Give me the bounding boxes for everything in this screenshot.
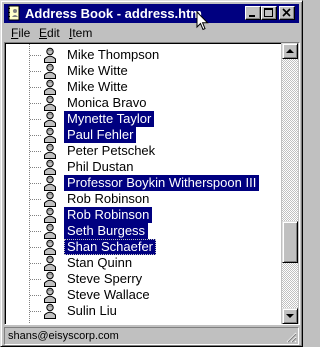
tree-branch-line (30, 279, 42, 280)
contact-name: Steve Wallace (67, 287, 150, 302)
contact-list[interactable]: Mike Thompson Mike Witte Mike Witte Monica … (5, 43, 281, 324)
person-icon (42, 223, 58, 239)
tree-branch-line (30, 247, 42, 248)
contact-row[interactable]: Professor Boykin Witherspoon III (6, 175, 281, 191)
person-icon (42, 143, 58, 159)
tree-branch-line (30, 295, 42, 296)
contact-list-panel: Mike Thompson Mike Witte Mike Witte Monica … (4, 42, 300, 325)
window-title: Address Book - address.htm (25, 6, 202, 21)
contact-name: Mike Thompson (67, 47, 160, 62)
contact-name: Seth Burgess (64, 223, 149, 239)
contact-row[interactable]: Steve Sperry (6, 271, 281, 287)
arrow-up-icon (286, 49, 294, 53)
contact-name: Phil Dustan (67, 159, 134, 174)
tree-branch-line (30, 199, 42, 200)
arrow-down-icon (286, 314, 294, 318)
close-icon (282, 8, 291, 17)
address-book-icon (8, 5, 20, 21)
contact-name: Steve Sperry (67, 271, 143, 286)
contact-name: Rob Robinson (64, 207, 153, 223)
menu-bar: File Edit Item (4, 24, 299, 43)
vertical-scrollbar[interactable] (282, 43, 298, 324)
person-icon (42, 303, 58, 319)
minimize-button[interactable] (245, 6, 261, 20)
tree-branch-line (30, 87, 42, 88)
status-bar: shans@eisyscorp.com (4, 327, 299, 345)
contact-row[interactable]: Mike Thompson (6, 47, 281, 63)
contact-row[interactable]: Shan Schaefer (6, 239, 281, 255)
person-icon (42, 79, 58, 95)
contact-row[interactable]: Mike Witte (6, 63, 281, 79)
tree-branch-line (30, 311, 42, 312)
maximize-button[interactable] (261, 6, 277, 20)
person-icon (42, 127, 58, 143)
person-icon (42, 159, 58, 175)
contact-name: Rob Robinson (67, 191, 150, 206)
contact-row[interactable]: Sulin Liu (6, 303, 281, 319)
contact-name: Mynette Taylor (64, 111, 155, 127)
status-email: shans@eisyscorp.com (8, 330, 119, 342)
contact-row[interactable]: Steve Wallace (6, 287, 281, 303)
scroll-up-button[interactable] (282, 43, 298, 59)
person-icon (42, 63, 58, 79)
contact-row[interactable]: Phil Dustan (6, 159, 281, 175)
tree-branch-line (30, 215, 42, 216)
tree-branch-line (30, 231, 42, 232)
tree-branch-line (30, 103, 42, 104)
person-icon (42, 207, 58, 223)
menu-edit[interactable]: Edit (39, 26, 60, 41)
close-button[interactable] (279, 6, 295, 20)
contact-row[interactable]: Monica Bravo (6, 95, 281, 111)
contact-row[interactable]: Seth Burgess (6, 223, 281, 239)
tree-branch-line (30, 263, 42, 264)
tree-branch-line (30, 183, 42, 184)
person-icon (42, 271, 58, 287)
tree-branch-line (30, 151, 42, 152)
person-icon (42, 47, 58, 63)
resize-grip-icon[interactable] (285, 331, 297, 343)
person-icon (42, 191, 58, 207)
minimize-icon (249, 15, 255, 17)
contact-name: Mike Witte (67, 79, 128, 94)
person-icon (42, 175, 58, 191)
maximize-icon (264, 8, 273, 17)
person-icon (42, 255, 58, 271)
person-icon (42, 111, 58, 127)
contact-name: Shan Schaefer (64, 239, 157, 255)
address-book-window: Address Book - address.htm File Edit Ite… (0, 0, 303, 347)
contact-name: Monica Bravo (67, 95, 147, 110)
contact-name: Sulin Liu (67, 303, 117, 318)
contact-name: Mike Witte (67, 63, 128, 78)
menu-item[interactable]: Item (69, 26, 92, 41)
scrollbar-thumb[interactable] (282, 221, 298, 263)
person-icon (42, 95, 58, 111)
tree-branch-line (30, 135, 42, 136)
contact-row[interactable]: Rob Robinson (6, 191, 281, 207)
contact-row[interactable]: Mynette Taylor (6, 111, 281, 127)
tree-branch-line (30, 167, 42, 168)
contact-name: Paul Fehler (64, 127, 137, 143)
contact-row[interactable]: Peter Petschek (6, 143, 281, 159)
contact-name: Peter Petschek (67, 143, 156, 158)
scroll-down-button[interactable] (282, 308, 298, 324)
tree-branch-line (30, 71, 42, 72)
tree-branch-line (30, 119, 42, 120)
title-bar[interactable]: Address Book - address.htm (4, 4, 299, 23)
contact-name: Professor Boykin Witherspoon III (64, 175, 260, 191)
tree-branch-line (30, 55, 42, 56)
person-icon (42, 239, 58, 255)
contact-row[interactable]: Stan Quinn (6, 255, 281, 271)
contact-row[interactable]: Mike Witte (6, 79, 281, 95)
contact-row[interactable]: Rob Robinson (6, 207, 281, 223)
contact-name: Stan Quinn (67, 255, 133, 270)
contact-row[interactable]: Paul Fehler (6, 127, 281, 143)
person-icon (42, 287, 58, 303)
menu-file[interactable]: File (11, 26, 30, 41)
